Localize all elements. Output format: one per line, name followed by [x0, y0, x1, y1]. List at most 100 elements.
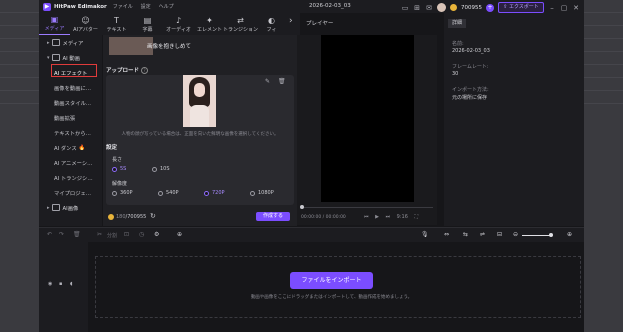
lock-icon[interactable]: ▪ [59, 281, 62, 287]
crop-icon[interactable]: ⊡ [124, 231, 129, 238]
length-option-5s[interactable]: 5S [112, 166, 126, 172]
player-controls: ⏮ ▶ ⏭ 9:16 ⛶ [359, 214, 418, 220]
snap-icon[interactable]: ⇆ [463, 231, 468, 238]
undo-icon[interactable]: ↶ [47, 231, 52, 238]
radio-icon [158, 190, 163, 196]
zoom-slider-handle[interactable] [549, 233, 553, 237]
radio-icon [112, 190, 117, 196]
playback-progress-track[interactable] [301, 207, 433, 208]
tab-label: オーディオ [166, 26, 191, 33]
speed-icon[interactable]: ◷ [139, 231, 144, 238]
track-icon[interactable]: ⇌ [480, 231, 485, 238]
settings-icon[interactable]: ⚙ [154, 231, 159, 238]
text-icon: T [114, 15, 119, 25]
sidebar-item-label: マイプロジェ… [54, 190, 92, 197]
create-button[interactable]: 作成する [256, 212, 290, 221]
sidebar-item[interactable]: 動画拡張 [39, 110, 102, 125]
radio-icon [152, 166, 157, 172]
playback-time: 00:00:00 / 00:00:00 [301, 215, 346, 220]
playhead-handle[interactable] [300, 205, 304, 209]
resolution-option-720p[interactable]: 720P [204, 190, 225, 196]
sidebar-ai-video-label: AI 動画 [62, 55, 80, 62]
sidebar-ai-video-list: AI エフェクト 画像を動画に… 動画スタイル… 動画拡張 テキストから… AI ダンス 🔥… [39, 65, 102, 200]
length-option-10s[interactable]: 10S [152, 166, 170, 172]
selection-highlight [51, 64, 97, 77]
menu-help[interactable]: ヘルプ [159, 4, 174, 10]
tab-text[interactable]: T テキスト [101, 13, 132, 35]
sidebar-media-label: メディア [62, 40, 84, 47]
maximize-icon[interactable]: ▢ [560, 4, 568, 12]
close-icon[interactable]: ✕ [572, 4, 580, 12]
microphone-icon[interactable]: 🎙 [421, 231, 429, 238]
tab-details[interactable]: 詳細 [448, 19, 467, 28]
help-icon[interactable]: ? [141, 67, 149, 74]
effect-name: 画像を抱きしめて [147, 44, 192, 50]
next-frame-icon[interactable]: ⏭ [386, 214, 391, 220]
toolbar-next-icon[interactable]: › [289, 16, 293, 26]
split-icon[interactable]: ✂ [97, 231, 102, 238]
tab-label: メディア [44, 26, 65, 32]
import-file-button[interactable]: ファイルをインポート [290, 272, 373, 289]
tab-subtitle[interactable]: ▤ 字幕 [132, 13, 163, 35]
avatar[interactable] [437, 3, 446, 12]
gift-icon[interactable]: ⊞ [413, 4, 421, 12]
add-credits-button[interactable]: + [486, 3, 494, 12]
trash-icon[interactable]: 🗑 [278, 78, 286, 85]
sidebar-ai-image-label: AI画像 [62, 205, 79, 212]
sidebar-item[interactable]: AI トランジシ… [39, 170, 102, 185]
filter-icon: ◐ [268, 15, 275, 25]
video-preview[interactable] [321, 35, 414, 202]
fire-icon: 🔥 [78, 144, 86, 151]
sidebar-item[interactable]: AI ダンス 🔥 [39, 140, 102, 155]
menu-settings[interactable]: 設定 [141, 4, 151, 10]
link-icon[interactable]: ⇔ [444, 231, 449, 238]
minimize-icon[interactable]: – [548, 4, 556, 12]
sidebar-ai-video[interactable]: ▾ AI 動画 [39, 50, 102, 65]
resolution-option-1080p[interactable]: 1080P [250, 190, 274, 196]
mute-icon[interactable]: ◖ [70, 281, 73, 287]
sidebar-ai-image[interactable]: ▸ AI画像 [39, 200, 102, 215]
sidebar-item-label: AI トランジシ… [54, 175, 93, 182]
sidebar-item[interactable]: マイプロジェ… [39, 185, 102, 200]
credits-count: 700955 [461, 4, 482, 11]
sidebar-item[interactable]: 動画スタイル… [39, 95, 102, 110]
sidebar-item[interactable]: AI アニメーシ… [39, 155, 102, 170]
mail-icon[interactable]: ✉ [425, 4, 433, 12]
export-button[interactable]: ⇪ エクスポート [498, 2, 544, 13]
resolution-option-540p[interactable]: 540P [158, 190, 179, 196]
chat-icon[interactable]: ▭ [401, 4, 409, 12]
tab-ai-avatar[interactable]: ☺ AIアバター [70, 13, 101, 35]
tab-audio[interactable]: ♪ オーディオ [163, 13, 194, 35]
tab-media[interactable]: ▣ メディア [39, 13, 70, 35]
tab-transition[interactable]: ⇄ トランジション [223, 13, 258, 35]
resolution-label: 解像度 [112, 181, 128, 187]
cost-value: 180 [116, 214, 126, 220]
menu-file[interactable]: ファイル [113, 4, 133, 10]
app-name: HitPaw Edimakor [54, 3, 107, 10]
aspect-ratio-selector[interactable]: 9:16 [397, 214, 408, 220]
resolution-option-360p[interactable]: 360P [112, 190, 133, 196]
detail-name-key: 名前: [452, 41, 464, 47]
upload-hint: 人物の顔が写っている場合は、正面を向いた鮮明な画像を選択してください。 [121, 132, 279, 137]
fit-icon[interactable]: ⊟ [497, 231, 502, 238]
sidebar-item[interactable]: 画像を動画に… [39, 80, 102, 95]
refresh-icon[interactable]: ↻ [150, 212, 156, 220]
tab-element[interactable]: ✦ エレメント [194, 13, 225, 35]
zoom-in-icon[interactable]: ⊕ [567, 231, 572, 238]
more-icon[interactable]: ⊕ [177, 231, 182, 238]
tab-label: エレメント [196, 26, 222, 33]
previous-frame-icon[interactable]: ⏮ [364, 214, 369, 220]
detail-framerate-value: 30 [452, 71, 459, 77]
sidebar-media[interactable]: ▸ メディア [39, 35, 102, 50]
sidebar-item[interactable]: テキストから… [39, 125, 102, 140]
redo-icon[interactable]: ↷ [59, 231, 64, 238]
tab-filter[interactable]: ◐ フィ [256, 13, 287, 35]
zoom-out-icon[interactable]: ⊖ [513, 231, 518, 238]
play-icon[interactable]: ▶ [375, 214, 379, 220]
delete-icon[interactable]: 🗑 [73, 231, 81, 238]
uploaded-photo [183, 75, 216, 127]
chevron-right-icon: ▸ [47, 39, 50, 46]
eye-icon[interactable]: ◉ [48, 281, 52, 287]
fullscreen-icon[interactable]: ⛶ [415, 214, 419, 220]
edit-icon[interactable]: ✎ [265, 78, 270, 85]
